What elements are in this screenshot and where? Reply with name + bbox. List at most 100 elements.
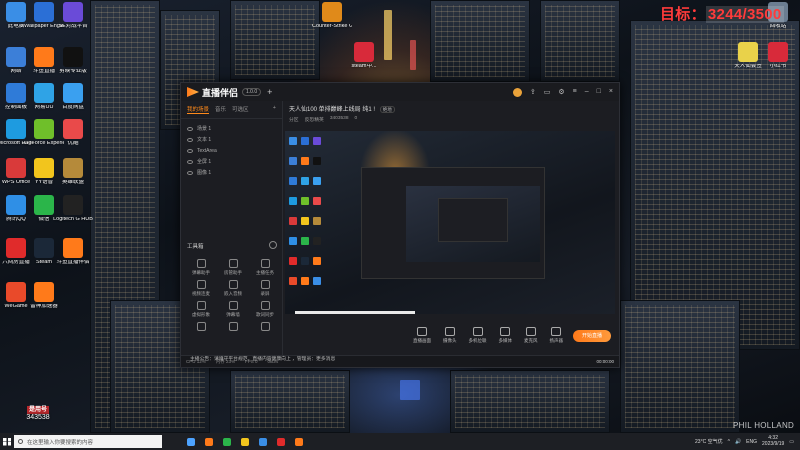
taskbar-search[interactable]: 在这里输入你要搜索的内容 [14, 435, 162, 448]
building [430, 0, 530, 82]
scene-item[interactable]: 场景 1 [185, 123, 278, 134]
volume-icon[interactable]: 🔊 [735, 439, 741, 445]
input-language[interactable]: ENG [746, 439, 757, 445]
stream-preview[interactable] [285, 131, 615, 314]
desktop-icon[interactable]: 英雄联盟 [53, 158, 93, 186]
desktop-icon[interactable]: steam中... [344, 42, 384, 70]
tool-button[interactable]: 弹幕墙 [217, 301, 249, 318]
app-icon [34, 158, 54, 178]
app-icon [63, 2, 83, 22]
taskbar-app-icon[interactable] [277, 437, 285, 446]
tool-label: 嵌入音频 [224, 291, 242, 296]
start-button[interactable] [0, 433, 14, 450]
menu-icon[interactable]: ≡ [573, 88, 577, 97]
scene-item[interactable]: 图像 1 [185, 167, 278, 178]
desktop-icon[interactable]: Logitech G HUB [53, 195, 93, 223]
neon-sign [410, 40, 416, 70]
close-icon[interactable]: × [609, 88, 613, 97]
source-button[interactable]: 多机位联 [469, 326, 487, 344]
tool-button[interactable] [185, 322, 217, 333]
scene-item[interactable]: TextArea [185, 145, 278, 156]
taskbar-app-icon[interactable] [259, 437, 267, 446]
tool-label: 虚拟形象 [192, 312, 210, 317]
source-button[interactable]: 摄像头 [443, 326, 457, 344]
scene-tab[interactable]: 音乐 [215, 105, 226, 114]
share-icon[interactable]: ⇪ [530, 88, 536, 97]
tool-button[interactable]: 歌词同步 [249, 301, 281, 318]
tool-button[interactable]: 房管助手 [217, 259, 249, 276]
source-button[interactable]: 麦克风 [524, 326, 538, 344]
toolbox-settings-icon[interactable] [269, 241, 277, 249]
source-label: 多媒体 [498, 337, 513, 343]
minimize-icon[interactable]: – [585, 88, 589, 97]
desktop-icon[interactable]: 百度网盘 [53, 83, 93, 111]
clock[interactable]: 4:32 2023/9/19 [762, 435, 785, 447]
taskbar-app-icon[interactable] [295, 437, 303, 446]
tool-button[interactable]: 虚拟形象 [185, 301, 217, 318]
taskbar-app-icon[interactable] [187, 437, 195, 446]
goal-counter: 目标： 3244/3500 [660, 3, 784, 24]
desktop-icon-label: 小红书 [769, 64, 787, 69]
maximize-icon[interactable]: □ [597, 88, 601, 97]
preview-app-icon [313, 197, 321, 205]
taskbar-app-icon[interactable] [205, 437, 213, 446]
building [540, 0, 620, 82]
preview-app-icon [289, 237, 297, 245]
main-panel: 天人仙100 单排巅峰上线局 纯1 ! 绝地 分区 反恐精英 3403538 0… [283, 101, 619, 355]
stream-tag[interactable]: 绝地 [379, 106, 395, 113]
desktop-icon[interactable]: 小红书 [758, 42, 798, 70]
avatar[interactable] [512, 87, 522, 97]
desktop-icon[interactable]: 斗鱼直播伴侣 [53, 238, 93, 266]
settings-icon[interactable]: ⚙ [558, 88, 564, 97]
desktop-icon[interactable]: 雷神加速器 [24, 282, 64, 310]
visibility-icon[interactable] [187, 170, 193, 175]
tool-icon [196, 280, 206, 289]
tool-button[interactable] [249, 322, 281, 333]
taskbar-app-icon[interactable] [241, 437, 249, 446]
desktop-icon[interactable]: 优酷 [53, 119, 93, 147]
desktop-icon[interactable]: SE对战平台 [53, 2, 93, 30]
source-button[interactable]: 多媒体 [498, 326, 513, 344]
visibility-icon[interactable] [187, 148, 193, 153]
tool-button[interactable] [217, 322, 249, 333]
scene-tab[interactable]: 我的场景 [187, 105, 210, 114]
weather[interactable]: 23°C 空气优 [695, 438, 723, 445]
preview-app-icon [301, 197, 309, 205]
stream-category[interactable]: 反恐精英 [305, 116, 324, 123]
chevron-up-icon[interactable]: ^ [728, 439, 730, 445]
add-scene-icon[interactable]: + [273, 105, 276, 114]
desktop-icon[interactable]: Counter-Strike Global Off [312, 2, 352, 30]
start-live-button[interactable]: 开始直播 [573, 330, 611, 342]
tool-button[interactable]: 主播任务 [249, 259, 281, 276]
desktop-icon-label: 百度网盘 [61, 105, 84, 110]
preview-app-icon [301, 257, 309, 265]
scene-tab[interactable]: 可选区 [232, 105, 249, 114]
scene-item[interactable]: 全屏 1 [185, 156, 278, 167]
visibility-icon[interactable] [187, 126, 193, 131]
tool-button[interactable]: 嵌入音频 [217, 280, 249, 297]
taskbar-app-icon[interactable] [223, 437, 231, 446]
tool-button[interactable]: 录屏 [249, 280, 281, 297]
tool-button[interactable]: 弹幕助手 [185, 259, 217, 276]
app-titlebar[interactable]: 直播伴侣 1.0.0 + ⇪ ▭ ⚙ ≡ – □ × [181, 83, 619, 101]
source-button[interactable]: 扬声器 [550, 326, 563, 344]
app-icon [34, 2, 54, 22]
visibility-icon[interactable] [187, 137, 193, 142]
preview-app-icon [313, 237, 321, 245]
desktop-icon[interactable]: 剪映专业版 [53, 47, 93, 75]
source-button[interactable]: 直播画面 [413, 326, 431, 344]
scene-item[interactable]: 文本 1 [185, 134, 278, 145]
app-icon [6, 238, 26, 258]
notification-icon[interactable]: ▭ [789, 439, 794, 445]
source-label: 摄像头 [443, 337, 457, 343]
tool-icon [228, 280, 238, 289]
tool-icon [260, 259, 270, 268]
stream-title[interactable]: 天人仙100 单排巅峰上线局 纯1 ! [289, 107, 375, 113]
desktop-icon-label: 剪映专业版 [59, 69, 87, 74]
tv-icon[interactable]: ▭ [544, 88, 551, 97]
toolbox-title: 工具箱 [187, 244, 204, 250]
clock-date: 2023/9/19 [762, 440, 785, 447]
tool-button[interactable]: 视频连麦 [185, 280, 217, 297]
visibility-icon[interactable] [187, 159, 193, 164]
add-icon[interactable]: + [267, 87, 272, 97]
